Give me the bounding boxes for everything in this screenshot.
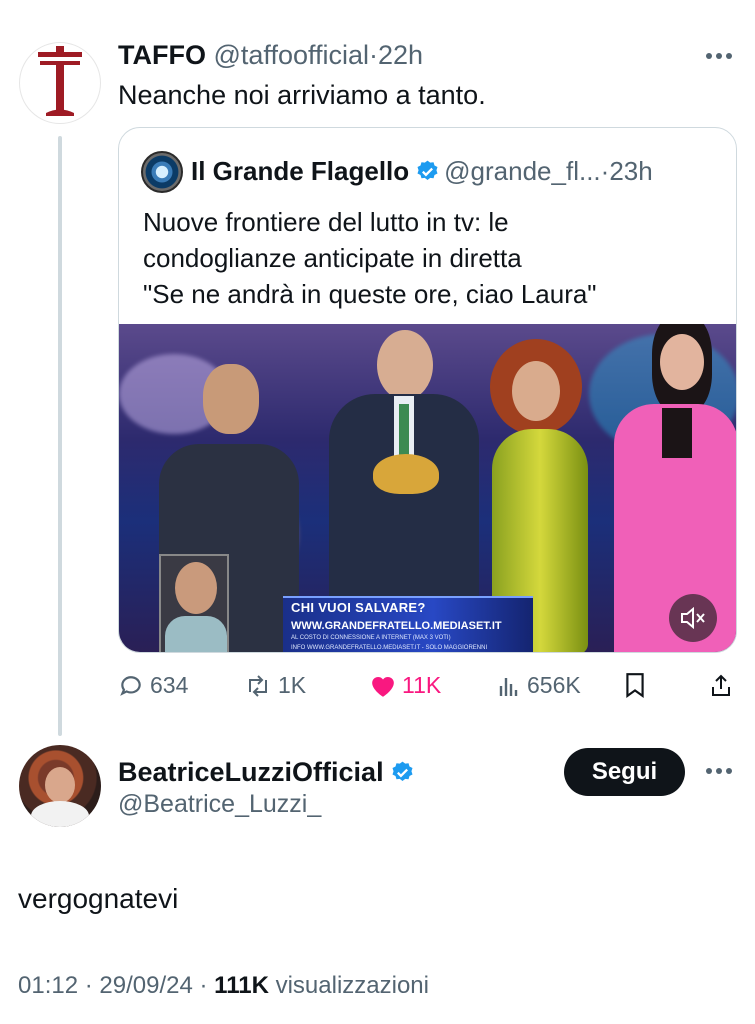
reply-views-count: 111K — [214, 972, 269, 999]
reply-button[interactable]: 634 — [118, 672, 188, 699]
more-dots-icon[interactable] — [703, 757, 735, 785]
reply-date[interactable]: 29/09/24 — [99, 972, 192, 999]
contestant-thumbnail — [159, 554, 229, 652]
beatrice-avatar[interactable] — [19, 745, 101, 827]
meta-separator: · — [84, 972, 93, 999]
repost-icon — [249, 674, 267, 697]
reply-count: 634 — [150, 672, 189, 698]
like-button[interactable]: 11K — [370, 672, 441, 699]
banner-small-text: INFO WWW.GRANDEFRATELLO.MEDIASET.IT - SO… — [291, 645, 488, 651]
banner-title: CHI VUOI SALVARE? — [291, 600, 426, 615]
tweet-text: Neanche noi arriviamo a tanto. — [118, 80, 486, 110]
taffo-avatar[interactable] — [19, 42, 101, 124]
meta-separator: · — [199, 972, 208, 999]
mute-button[interactable] — [669, 594, 717, 642]
quoted-author-name: Il Grande Flagello — [191, 156, 410, 186]
quoted-tweet-card[interactable]: Il Grande Flagello @grande_fl...·23h Nuov… — [118, 127, 737, 653]
verified-badge-icon — [392, 761, 413, 781]
tweet-time[interactable]: 22h — [378, 40, 423, 70]
repost-count: 1K — [278, 672, 307, 698]
taffo-t-logo — [38, 46, 82, 116]
views-bars-icon — [499, 677, 518, 696]
banner-url: WWW.GRANDEFRATELLO.MEDIASET.IT — [291, 620, 502, 632]
quoted-tweet-video[interactable]: CHI VUOI SALVARE? WWW.GRANDEFRATELLO.MED… — [119, 324, 736, 652]
share-upload-icon — [712, 674, 730, 696]
verified-badge-icon — [417, 160, 438, 180]
share-button[interactable] — [710, 672, 738, 698]
quoted-text-line: "Se ne andrà in queste ore, ciao Laura" — [143, 279, 597, 309]
quoted-tweet-header: Il Grande Flagello @grande_fl...·23h — [191, 156, 653, 187]
reply-author-name[interactable]: BeatriceLuzziOfficial — [118, 757, 419, 788]
like-count: 11K — [402, 672, 442, 698]
quoted-text-line: condoglianze anticipate in diretta — [143, 243, 522, 273]
reply-author-handle[interactable]: @Beatrice_Luzzi_ — [118, 790, 321, 819]
follow-button[interactable]: Segui — [564, 748, 685, 796]
tweet-header: TAFFO @taffoofficial·22h — [118, 40, 423, 71]
quoted-tweet-text: Nuove frontiere del lutto in tv: le cond… — [143, 204, 723, 312]
quoted-separator: · — [600, 156, 610, 186]
repost-button[interactable]: 1K — [244, 672, 306, 699]
bookmark-icon — [626, 673, 644, 698]
header-separator: · — [369, 40, 379, 70]
speaker-muted-icon — [681, 607, 705, 629]
reply-bubble-icon — [120, 675, 141, 696]
more-dots-icon[interactable] — [703, 42, 735, 70]
banner-small-text: AL COSTO DI CONNESSIONE A INTERNET (MAX … — [291, 635, 451, 641]
tweet-author-name[interactable]: TAFFO — [118, 40, 206, 70]
views-count: 656K — [527, 672, 581, 698]
quoted-text-line: Nuove frontiere del lutto in tv: le — [143, 207, 509, 237]
reply-author-name-text: BeatriceLuzziOfficial — [118, 757, 384, 787]
thread-line — [58, 136, 62, 736]
reply-text: vergognatevi — [18, 883, 179, 914]
tweet-author-handle[interactable]: @taffoofficial — [214, 40, 370, 70]
views-button[interactable]: 656K — [497, 672, 581, 699]
bookmark-button[interactable] — [624, 672, 652, 698]
quoted-author-handle: @grande_fl... — [444, 156, 601, 186]
quoted-author-avatar — [141, 151, 183, 193]
reply-time[interactable]: 01:12 — [18, 972, 78, 999]
reply-meta: 01:12 · 29/09/24 · 111K visualizzazioni — [18, 972, 429, 1000]
heart-filled-icon — [372, 676, 394, 697]
quoted-time: 23h — [609, 156, 653, 186]
reply-views-label: visualizzazioni — [275, 972, 429, 999]
